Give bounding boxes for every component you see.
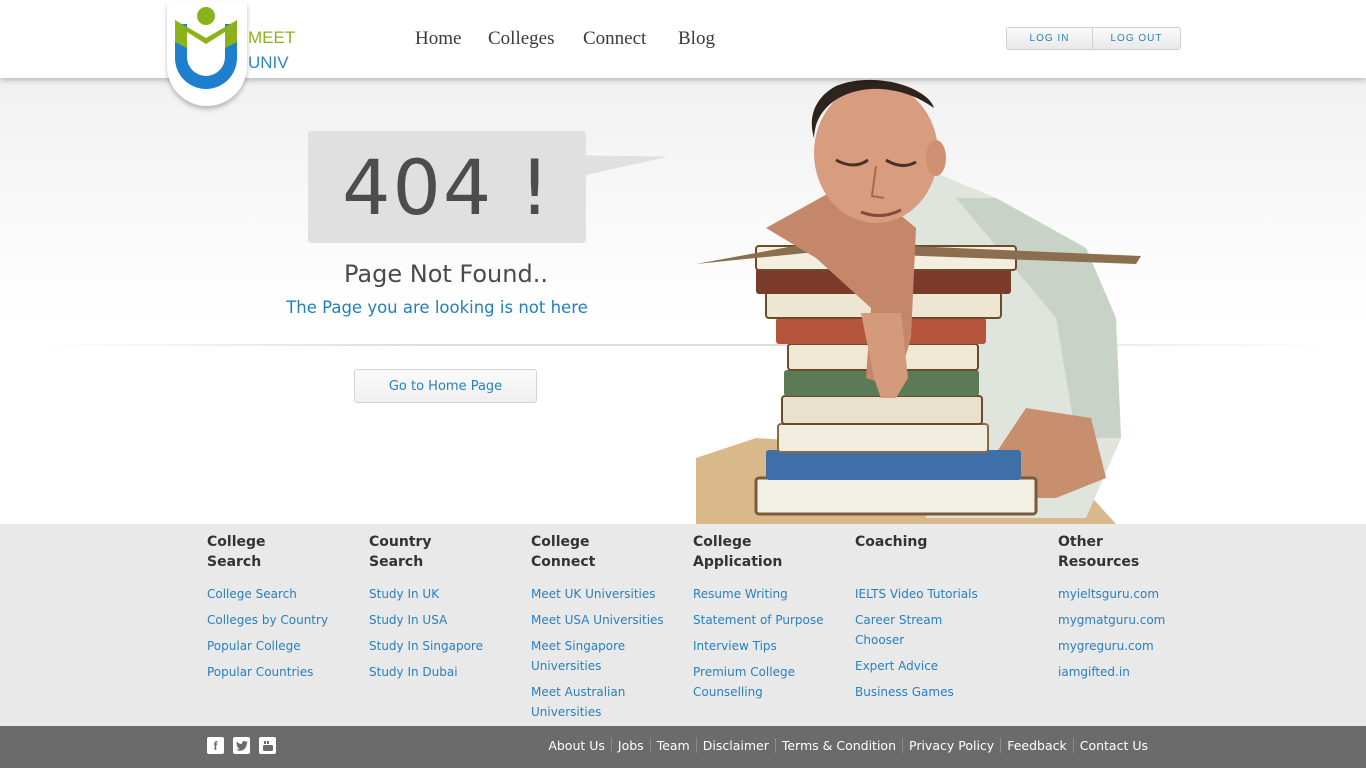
footer-heading: College Connect [531, 532, 671, 584]
footer-link[interactable]: myieltsguru.com [1058, 584, 1165, 604]
jobs-link[interactable]: Jobs [610, 738, 650, 753]
footer-link[interactable]: Resume Writing [693, 584, 833, 604]
footer-link[interactable]: mygmatguru.com [1058, 610, 1165, 630]
social-links: f [207, 737, 276, 754]
footer-link[interactable]: Popular Countries [207, 662, 328, 682]
footer-heading-line: College [531, 534, 590, 550]
footer-col-college-connect: College Connect Meet UK Universities Meet… [531, 532, 671, 728]
footer-heading-line: Coaching [855, 534, 928, 550]
footer-col-college-application: College Application Resume Writing Statem… [693, 532, 833, 708]
logo-meet-text: MEET [248, 28, 296, 47]
footer-link[interactable]: Meet UK Universities [531, 584, 671, 604]
about-us-link[interactable]: About Us [542, 738, 611, 753]
footer-heading-line: Application [693, 554, 783, 570]
sleeping-student-illustration [696, 79, 1141, 524]
footer-link[interactable]: Study In UK [369, 584, 483, 604]
footer-link[interactable]: Colleges by Country [207, 610, 328, 630]
logout-button[interactable]: LOG OUT [1093, 27, 1181, 50]
logo-u-icon [175, 7, 237, 89]
error-hero: 404 ! Page Not Found.. The Page you are … [0, 78, 1366, 524]
footer-heading-line: Search [207, 554, 262, 570]
error-code: 404 ! [342, 142, 552, 232]
footer-col-country-search: Country Search Study In UK Study In USA S… [369, 532, 483, 688]
youtube-icon[interactable] [259, 737, 276, 754]
team-link[interactable]: Team [649, 738, 696, 753]
nav-home[interactable]: Home [415, 28, 461, 50]
speech-bubble-tail [584, 146, 668, 176]
footer-heading-line: College [693, 534, 752, 550]
footer-bottom-bar: f About Us Jobs Team Disclaimer Terms & … [0, 726, 1366, 768]
footer-col-other-resources: Other Resources myieltsguru.com mygmatgur… [1058, 532, 1165, 688]
footer-heading: Coaching [855, 532, 995, 584]
page-not-found-title: Page Not Found.. [344, 260, 548, 288]
login-button[interactable]: LOG IN [1006, 27, 1093, 50]
footer-link[interactable]: IELTS Video Tutorials [855, 584, 995, 604]
footer-link[interactable]: Interview Tips [693, 636, 833, 656]
footer-link[interactable]: Statement of Purpose [693, 610, 833, 630]
footer-heading-line: College [207, 534, 266, 550]
footer-link[interactable]: Study In USA [369, 610, 483, 630]
nav-blog[interactable]: Blog [678, 28, 715, 50]
feedback-link[interactable]: Feedback [1000, 738, 1073, 753]
footer-link[interactable]: Meet Australian Universities [531, 682, 631, 722]
error-speech-bubble: 404 ! [308, 131, 586, 243]
footer-col-coaching: Coaching IELTS Video Tutorials Career St… [855, 532, 995, 708]
facebook-icon[interactable]: f [207, 737, 224, 754]
privacy-policy-link[interactable]: Privacy Policy [902, 738, 1000, 753]
nav-colleges[interactable]: Colleges [488, 28, 555, 50]
footer-links: College Search College Search Colleges by… [0, 524, 1366, 726]
footer-link[interactable]: Study In Singapore [369, 636, 483, 656]
site-logo[interactable] [167, 2, 247, 106]
footer-heading-line: Country [369, 534, 432, 550]
footer-heading-line: Connect [531, 554, 596, 570]
footer-link[interactable]: Business Games [855, 682, 995, 702]
nav-connect[interactable]: Connect [583, 28, 646, 50]
logo-univ-text: UNIV [248, 53, 289, 72]
footer-heading: College Search [207, 532, 328, 584]
auth-buttons: LOG IN LOG OUT [1006, 27, 1181, 50]
footer-heading: Other Resources [1058, 532, 1165, 584]
contact-us-link[interactable]: Contact Us [1072, 738, 1154, 753]
footer-link[interactable]: mygreguru.com [1058, 636, 1165, 656]
footer-heading: College Application [693, 532, 833, 584]
footer-heading-line: Other [1058, 534, 1103, 550]
twitter-icon[interactable] [233, 737, 250, 754]
logo-wordmark[interactable]: MEET UNIV [248, 25, 295, 75]
footer-bottom-links: About Us Jobs Team Disclaimer Terms & Co… [542, 738, 1154, 753]
footer-link[interactable]: Career Stream Chooser [855, 610, 950, 650]
disclaimer-link[interactable]: Disclaimer [695, 738, 775, 753]
footer-heading-line: Resources [1058, 554, 1140, 570]
footer-heading-line: Search [369, 554, 424, 570]
footer-link[interactable]: Meet USA Universities [531, 610, 671, 630]
footer-col-college-search: College Search College Search Colleges by… [207, 532, 328, 688]
go-home-button[interactable]: Go to Home Page [354, 369, 537, 403]
footer-link[interactable]: Study In Dubai [369, 662, 483, 682]
footer-link[interactable]: Expert Advice [855, 656, 995, 676]
footer-link[interactable]: Popular College [207, 636, 328, 656]
page-not-found-subtitle: The Page you are looking is not here [286, 298, 588, 317]
footer-heading: Country Search [369, 532, 483, 584]
footer-link[interactable]: iamgifted.in [1058, 662, 1165, 682]
footer-link[interactable]: Meet Singapore Universities [531, 636, 631, 676]
footer-link[interactable]: Premium College Counselling [693, 662, 803, 702]
terms-link[interactable]: Terms & Condition [774, 738, 902, 753]
footer-link[interactable]: College Search [207, 584, 328, 604]
